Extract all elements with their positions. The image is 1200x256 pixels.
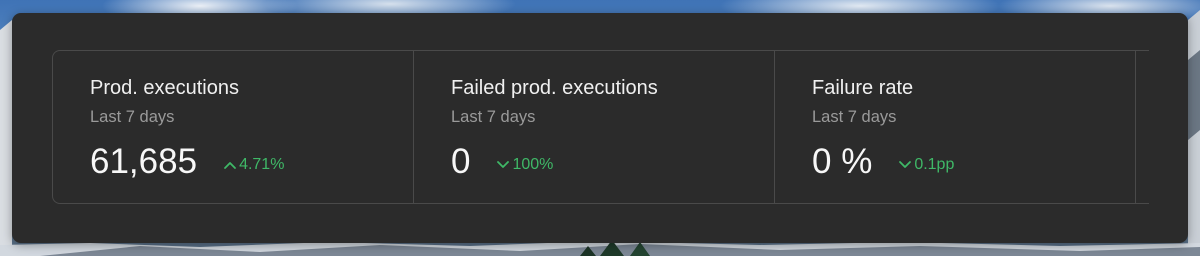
stat-change-value: 4.71% [239, 156, 285, 173]
stat-value-row: 0 % 0.1pp [812, 142, 954, 182]
stat-change-value: 100% [512, 156, 554, 173]
stat-value: 0 % [812, 142, 873, 181]
stats-row: Prod. executions Last 7 days 61,685 4.71… [52, 50, 1149, 204]
stat-change: 0.1pp [898, 156, 954, 174]
stat-value: 0 [451, 142, 471, 181]
stat-change: 4.71% [223, 156, 284, 174]
stat-change-value: 0.1pp [914, 156, 955, 173]
stat-period: Last 7 days [812, 108, 897, 126]
chevron-down-icon [497, 161, 510, 168]
stat-change: 100% [496, 156, 553, 174]
stat-value: 61,685 [90, 142, 198, 181]
chevron-down-icon [899, 161, 912, 168]
stat-value-row: 61,685 4.71% [90, 142, 284, 182]
stat-card-overflow [1136, 51, 1148, 203]
stat-title: Failed prod. executions [451, 77, 658, 99]
chevron-up-icon [224, 162, 236, 169]
stat-value-row: 0 100% [451, 142, 553, 182]
stat-card-failed-prod-executions[interactable]: Failed prod. executions Last 7 days 0 10… [414, 51, 775, 203]
stat-period: Last 7 days [451, 108, 536, 126]
insights-panel: Prod. executions Last 7 days 61,685 4.71… [12, 13, 1188, 243]
stat-period: Last 7 days [90, 108, 175, 126]
stat-title: Prod. executions [90, 77, 239, 99]
stat-card-failure-rate[interactable]: Failure rate Last 7 days 0 % 0.1pp [775, 51, 1136, 203]
stat-card-prod-executions[interactable]: Prod. executions Last 7 days 61,685 4.71… [53, 51, 414, 203]
stat-title: Failure rate [812, 77, 914, 99]
